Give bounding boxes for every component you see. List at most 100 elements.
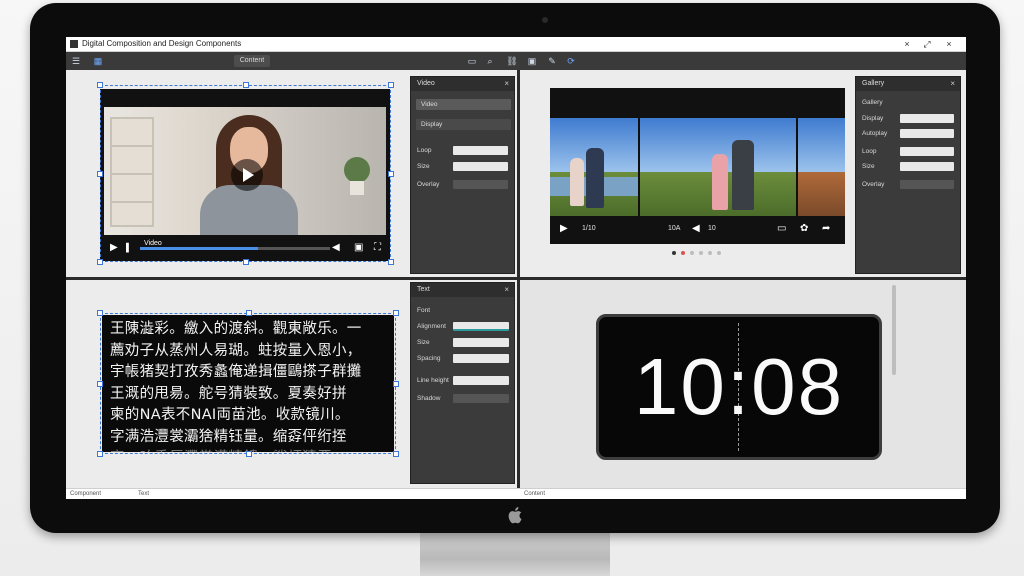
prop-label-spacing: Spacing [417, 355, 441, 362]
prop-input-size[interactable] [453, 338, 509, 347]
apple-logo-icon [508, 507, 522, 524]
prop-label-loop: Loop [417, 147, 432, 154]
prop-input-shadow[interactable] [453, 394, 509, 403]
resize-handle[interactable] [97, 310, 103, 316]
prop-label-gallery: Gallery [862, 99, 883, 106]
brush-icon[interactable]: ✎ [546, 55, 558, 67]
gallery-pagination [672, 251, 732, 257]
resize-handle[interactable] [97, 259, 103, 265]
app-icon [70, 40, 78, 48]
toolbar-label[interactable]: Content [234, 55, 270, 67]
scrollbar[interactable] [892, 285, 896, 375]
resize-handle[interactable] [388, 259, 394, 265]
maximize-button[interactable]: ⤢ [920, 38, 934, 50]
menu-icon[interactable]: ☰ [70, 55, 82, 67]
zoom-icon[interactable]: ⌕ [484, 55, 496, 67]
prop-label-display: Display [862, 115, 884, 122]
prop-label-size: Size [862, 163, 875, 170]
prop-label-size: Size [417, 163, 430, 170]
monitor-stand [420, 533, 610, 576]
gallery-strip [550, 118, 845, 216]
panel-close-icon[interactable]: × [950, 77, 955, 91]
prop-label-shadow: Shadow [417, 395, 441, 402]
prop-label-loop: Loop [862, 148, 877, 155]
prop-label-overlay: Overlay [862, 181, 885, 188]
gallery-controls: ▶ 1/10 10A ◀ 10 ▭ ✿ ➦ [550, 220, 845, 240]
prop-input-loop[interactable] [453, 146, 508, 155]
gallery-image[interactable] [798, 118, 845, 216]
resize-handle[interactable] [243, 259, 249, 265]
prop-input-size[interactable] [900, 162, 954, 171]
prop-input-overlay[interactable] [453, 180, 508, 189]
gallery-center-text: 10A [668, 225, 681, 232]
resize-handle[interactable] [388, 171, 394, 177]
gallery-dot[interactable] [672, 251, 676, 255]
prop-label-line-height: Line height [417, 377, 449, 384]
panel-title: Video [411, 77, 514, 91]
link-icon[interactable]: ⛓ [506, 55, 518, 67]
gallery-dot[interactable] [681, 251, 685, 255]
prop-label-alignment: Alignment [417, 323, 446, 330]
resize-handle[interactable] [97, 451, 103, 457]
gallery-dot[interactable] [690, 251, 694, 255]
resize-handle[interactable] [388, 82, 394, 88]
image-icon[interactable]: ▣ [526, 55, 538, 67]
resize-handle[interactable] [243, 82, 249, 88]
gallery-image[interactable] [550, 118, 638, 216]
window-title: Digital Composition and Design Component… [82, 39, 242, 48]
resize-handle[interactable] [393, 381, 399, 387]
prop-input-autoplay[interactable] [900, 129, 954, 138]
clock-time: 10:08 [633, 342, 845, 431]
resize-handle[interactable] [97, 82, 103, 88]
scene: Digital Composition and Design Component… [0, 0, 1024, 576]
gallery-image[interactable] [640, 118, 796, 216]
panel-box-video[interactable]: Video [416, 99, 511, 110]
captions-icon[interactable]: ▭ [777, 223, 786, 235]
resize-handle[interactable] [246, 451, 252, 457]
prop-input-line-height[interactable] [453, 376, 509, 385]
selection-frame-text [100, 313, 396, 454]
panel-close-icon[interactable]: × [504, 77, 509, 91]
gallery-counter: 1/10 [582, 225, 596, 232]
panel-box-display[interactable]: Display [416, 119, 511, 130]
panel-title: Gallery [856, 77, 960, 91]
window-icon[interactable]: ▭ [466, 55, 478, 67]
prop-label-autoplay: Autoplay [862, 130, 888, 137]
panel-title: Text [411, 283, 514, 297]
prop-input-spacing[interactable] [453, 354, 509, 363]
gallery-dot[interactable] [699, 251, 703, 255]
digital-clock[interactable]: 10:08 [596, 314, 882, 460]
video-properties-panel: Video × Video Display Loop Size Overlay [410, 76, 515, 274]
text-properties-panel: Text × Font Alignment Size Spacing Line … [410, 282, 515, 484]
resize-handle[interactable] [393, 310, 399, 316]
share-icon[interactable]: ⟳ [565, 55, 577, 67]
prop-input-alignment[interactable] [453, 322, 509, 331]
gallery-dot[interactable] [708, 251, 712, 255]
prev-icon[interactable]: ◀ [692, 223, 700, 235]
image-gallery[interactable]: ▶ 1/10 10A ◀ 10 ▭ ✿ ➦ [550, 88, 845, 244]
status-left: Component [70, 491, 102, 497]
prop-input-overlay[interactable] [900, 180, 954, 189]
close-button[interactable]: × [942, 38, 956, 50]
resize-handle[interactable] [246, 310, 252, 316]
gallery-right-text: 10 [708, 225, 716, 232]
grid-icon[interactable]: ▦ [92, 55, 104, 67]
resize-handle[interactable] [97, 381, 103, 387]
gallery-dot[interactable] [717, 251, 721, 255]
camera-icon [542, 17, 548, 23]
prop-input-loop[interactable] [900, 147, 954, 156]
resize-handle[interactable] [97, 171, 103, 177]
prop-label-size: Size [417, 339, 430, 346]
prop-input-display[interactable] [900, 114, 954, 123]
resize-handle[interactable] [393, 451, 399, 457]
status-middle: Text [138, 491, 150, 497]
share-icon[interactable]: ➦ [822, 223, 830, 235]
status-right: Content [524, 491, 546, 497]
prop-input-size[interactable] [453, 162, 508, 171]
prop-label-overlay: Overlay [417, 181, 440, 188]
play-icon[interactable]: ▶ [560, 223, 568, 235]
minimize-button[interactable]: × [900, 38, 914, 50]
panel-close-icon[interactable]: × [504, 283, 509, 297]
toolbar: ☰ ▦ Content ▭ ⌕ ⛓ ▣ ✎ ⟳ [66, 52, 966, 70]
settings-icon[interactable]: ✿ [800, 223, 808, 235]
